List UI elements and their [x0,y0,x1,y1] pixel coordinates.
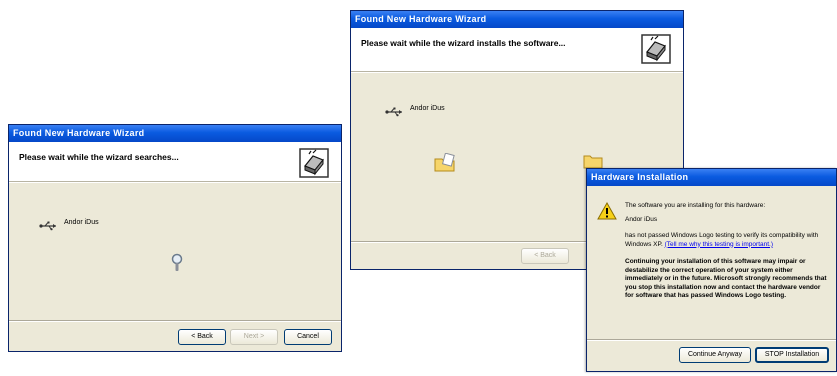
logo-testing-text: has not passed Windows Logo testing to v… [625,232,819,248]
wizard-header: Please wait while the wizard installs th… [351,28,683,72]
magnifier-icon [171,253,183,271]
folder-icon [583,155,603,169]
dialog-title-bar[interactable]: Hardware Installation [587,169,836,186]
usb-icon [385,107,402,117]
intro-text: The software you are installing for this… [625,202,766,209]
dialog-footer-separator [587,339,836,341]
wizard-title: Found New Hardware Wizard [355,14,487,24]
wizard-footer-separator [9,320,341,322]
device-name: Andor iDus [410,104,445,112]
hardware-wizard-icon [641,34,671,64]
device-name: Andor iDus [64,218,99,226]
wizard-title-bar[interactable]: Found New Hardware Wizard [9,125,341,142]
next-button[interactable]: Next > [230,329,278,345]
usb-icon [39,221,56,231]
wizard-title: Found New Hardware Wizard [13,128,145,138]
back-button[interactable]: < Back [178,329,226,345]
hardware-wizard-icon [299,148,329,178]
stop-installation-button[interactable]: STOP Installation [755,347,829,363]
wizard-header-text: Please wait while the wizard searches... [19,152,179,162]
wizard-header: Please wait while the wizard searches... [9,142,341,182]
wizard-body: Andor iDus < Back Next > Cancel [9,183,341,351]
wizard-window-searching: Found New Hardware Wizard Please wait wh… [8,124,342,352]
warning-text: Continuing your installation of this sof… [625,258,827,299]
logo-testing-link[interactable]: (Tell me why this testing is important.) [665,241,773,248]
wizard-header-text: Please wait while the wizard installs th… [361,38,566,48]
dialog-title: Hardware Installation [591,172,689,182]
back-button[interactable]: < Back [521,248,569,264]
continue-anyway-button[interactable]: Continue Anyway [679,347,751,363]
file-copy-animation-icon [434,153,455,172]
warning-icon [597,202,617,220]
device-row: Andor iDus [385,104,445,117]
wizard-title-bar[interactable]: Found New Hardware Wizard [351,11,683,28]
device-row: Andor iDus [39,218,99,231]
cancel-button[interactable]: Cancel [284,329,332,345]
hardware-installation-dialog: Hardware Installation The software you a… [586,168,837,372]
device-name: Andor iDus [625,216,658,223]
dialog-body: The software you are installing for this… [587,186,836,371]
